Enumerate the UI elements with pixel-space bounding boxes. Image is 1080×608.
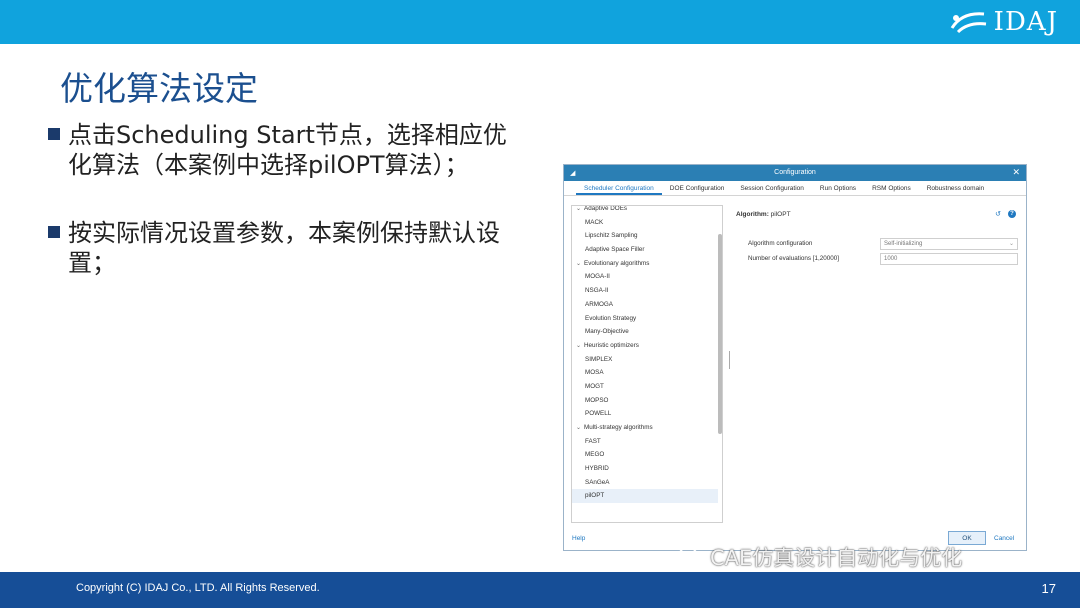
dialog-titlebar: ◢ Configuration ✕ <box>564 165 1026 181</box>
list-item[interactable]: MOSA <box>572 366 718 380</box>
list-item-label: SAnGeA <box>585 478 610 486</box>
header-bar: IDAJ <box>0 0 1080 44</box>
list-item-label: Heuristic optimizers <box>584 341 639 349</box>
bullet-text: 点击Scheduling Start节点，选择相应优化算法（本案例中选择pilO… <box>68 121 507 179</box>
list-item-label: POWELL <box>585 410 612 418</box>
bullet-square-icon <box>48 128 60 140</box>
list-item[interactable]: MOGA-II <box>572 270 718 284</box>
list-item[interactable]: MOGT <box>572 380 718 394</box>
idaj-logo: IDAJ <box>948 6 1058 38</box>
tab-scheduler-configuration[interactable]: Scheduler Configuration <box>576 181 662 195</box>
chevron-down-icon: ⌄ <box>1008 241 1014 247</box>
algorithm-list-panel: ⌄ Adaptive DOEs MACK Lipschitz Sampling Adap… <box>571 205 723 523</box>
bullet-square-icon <box>48 226 60 238</box>
tab-robustness-domain[interactable]: Robustness domain <box>919 181 992 195</box>
list-item[interactable]: POWELL <box>572 407 718 421</box>
chevron-down-icon[interactable]: ⌄ <box>576 258 584 272</box>
list-group-header[interactable]: ⌄ Adaptive DOEs <box>572 205 718 217</box>
list-item[interactable]: pilOPT <box>572 489 718 504</box>
idaj-logo-icon <box>950 12 986 34</box>
list-item-label: FAST <box>585 437 601 445</box>
list-item[interactable]: MACK <box>572 216 718 230</box>
list-item-label: Evolution Strategy <box>585 314 637 322</box>
bullet-text: 按实际情况设置参数，本案例保持默认设置； <box>68 219 500 277</box>
logo-text: IDAJ <box>993 7 1058 37</box>
algorithm-list: ⌄ Adaptive DOEs MACK Lipschitz Sampling Adap… <box>572 205 718 504</box>
number-of-evaluations-value: 1000 <box>884 256 898 262</box>
list-item-label: Lipschitz Sampling <box>585 232 638 240</box>
algorithm-row: Algorithm: pilOPT <box>736 211 791 218</box>
list-item[interactable]: Lipschitz Sampling <box>572 229 718 243</box>
list-item-label: HYBRID <box>585 465 609 473</box>
tab-run-options[interactable]: Run Options <box>812 181 864 195</box>
settings-actions: ↺ ? <box>994 210 1016 218</box>
tab-bar: Scheduler Configuration DOE Configuratio… <box>564 181 1026 196</box>
tab-rsm-options[interactable]: RSM Options <box>864 181 919 195</box>
chevron-down-icon[interactable]: ⌄ <box>576 422 584 436</box>
algorithm-label: Algorithm: <box>736 211 769 218</box>
list-item-label: Many-Objective <box>585 328 629 336</box>
list-item-label: MACK <box>585 218 604 226</box>
list-item-label: Adaptive DOEs <box>584 205 628 212</box>
reset-icon[interactable]: ↺ <box>994 210 1002 218</box>
algorithm-configuration-value: Self-initializing <box>884 241 923 247</box>
list-group-header[interactable]: ⌄ Evolutionary algorithms <box>572 257 718 271</box>
watermark-text: CAE仿真设计自动化与优化 <box>710 546 963 570</box>
number-of-evaluations-label: Number of evaluations [1,20000] <box>748 255 840 262</box>
help-link[interactable]: Help <box>572 535 585 542</box>
tab-doe-configuration[interactable]: DOE Configuration <box>662 181 733 195</box>
list-item[interactable]: MOPSO <box>572 394 718 408</box>
list-item[interactable]: Adaptive Space Filler <box>572 243 718 257</box>
algorithm-configuration-label: Algorithm configuration <box>748 240 813 247</box>
list-item[interactable]: Evolution Strategy <box>572 312 718 326</box>
wechat-icon <box>678 547 704 567</box>
list-item-label: MEGO <box>585 451 605 459</box>
help-icon[interactable]: ? <box>1008 210 1016 218</box>
list-group-header[interactable]: ⌄ Heuristic optimizers <box>572 339 718 353</box>
bullet-item: 点击Scheduling Start节点，选择相应优化算法（本案例中选择pilO… <box>48 120 518 180</box>
configuration-dialog: ◢ Configuration ✕ Scheduler Configuratio… <box>563 164 1027 551</box>
list-item-label: Multi-strategy algorithms <box>584 424 653 431</box>
list-item-label: MOGT <box>585 382 604 390</box>
list-item-label: MOGA-II <box>585 273 610 281</box>
list-item-label: MOSA <box>585 369 604 377</box>
list-item-label: NSGA-II <box>585 287 609 295</box>
list-item-label: MOPSO <box>585 396 609 404</box>
chevron-down-icon[interactable]: ⌄ <box>576 340 584 354</box>
close-icon[interactable]: ✕ <box>1012 167 1020 178</box>
chevron-down-icon[interactable]: ⌄ <box>576 206 584 217</box>
list-item[interactable]: MEGO <box>572 448 718 462</box>
tab-session-configuration[interactable]: Session Configuration <box>732 181 812 195</box>
watermark: CAE仿真设计自动化与优化 <box>678 542 962 572</box>
list-item[interactable]: NSGA-II <box>572 284 718 298</box>
list-item[interactable]: SAnGeA <box>572 476 718 490</box>
cancel-button[interactable]: Cancel <box>994 535 1014 542</box>
list-item[interactable]: SIMPLEX <box>572 353 718 367</box>
footer-bar: Copyright (C) IDAJ Co., LTD. All Rights … <box>0 572 1080 608</box>
list-item[interactable]: ARMOGA <box>572 298 718 312</box>
bullet-item: 按实际情况设置参数，本案例保持默认设置； <box>48 218 518 278</box>
list-item-label: SIMPLEX <box>585 355 613 363</box>
slide-title: 优化算法设定 <box>60 69 258 108</box>
copyright-text: Copyright (C) IDAJ Co., LTD. All Rights … <box>76 582 320 594</box>
algorithm-value: pilOPT <box>770 211 791 218</box>
list-item-label: pilOPT <box>585 492 605 500</box>
list-group-header[interactable]: ⌄ Multi-strategy algorithms <box>572 421 718 435</box>
list-item-label: Evolutionary algorithms <box>584 259 650 267</box>
dialog-title: Configuration <box>774 169 816 176</box>
algorithm-configuration-select[interactable]: Self-initializing ⌄ <box>880 238 1018 250</box>
number-of-evaluations-input[interactable]: 1000 <box>880 253 1018 265</box>
list-item[interactable]: Many-Objective <box>572 325 718 339</box>
pane-splitter[interactable] <box>729 351 730 369</box>
list-item-label: ARMOGA <box>585 300 613 308</box>
list-item[interactable]: FAST <box>572 435 718 449</box>
list-item-label: Adaptive Space Filler <box>585 246 645 254</box>
list-item[interactable]: HYBRID <box>572 462 718 476</box>
list-scrollbar[interactable] <box>718 234 722 434</box>
page-number: 17 <box>1041 581 1056 596</box>
